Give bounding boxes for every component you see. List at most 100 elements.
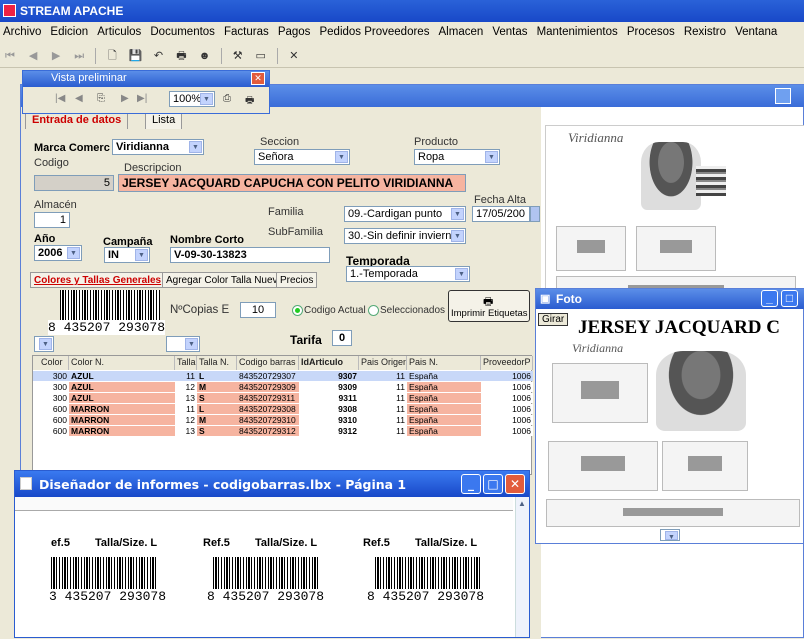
col-header-color[interactable]: Color [33,356,69,370]
menu-archivo[interactable]: Archivo [0,22,44,42]
grid-cell-talla[interactable]: 11 [175,371,197,381]
printer-icon[interactable]: 🖶 [245,93,254,110]
col-header-talla[interactable]: Talla [175,356,197,370]
prev-record-icon[interactable]: ◀ [25,49,41,65]
filter-select-1[interactable]: ▼ [34,336,54,352]
foto-select[interactable]: ▼ [660,529,680,541]
grid-cell-idarticulo[interactable]: 9311 [299,393,359,403]
grid-cell-color-n[interactable]: MARRON [69,426,175,436]
grid-cell-pais-n[interactable]: España [407,393,481,403]
col-header-pais-n[interactable]: Pais N. [407,356,481,370]
grid-cell-codigo-barras[interactable]: 843520729309 [237,382,299,392]
grid-cell-color[interactable]: 600 [33,415,69,425]
grid-cell-codigo-barras[interactable]: 843520729310 [237,415,299,425]
menu-ventana[interactable]: Ventana [732,22,780,42]
menu-pagos[interactable]: Pagos [275,22,314,42]
grid-cell-proveedor[interactable]: 1006 [481,371,533,381]
almacen-field[interactable]: 1 [34,212,70,228]
grid-cell-idarticulo[interactable]: 9307 [299,371,359,381]
menu-rexistro[interactable]: Rexistro [681,22,729,42]
grid-cell-pais-n[interactable]: España [407,371,481,381]
grid-cell-talla-n[interactable]: L [197,371,237,381]
filter-select-2[interactable]: ▼ [166,336,200,352]
radio-codigo-actual[interactable] [292,305,303,316]
prev-page-icon[interactable]: ◀ [75,93,83,104]
grid-cell-proveedor[interactable]: 1006 [481,426,533,436]
grid-cell-codigo-barras[interactable]: 843520729311 [237,393,299,403]
grid-cell-color[interactable]: 300 [33,393,69,403]
marca-select[interactable]: Viridianna ▼ [112,139,204,155]
grid-cell-talla-n[interactable]: M [197,382,237,392]
col-header-idarticulo[interactable]: IdArticulo [299,356,359,370]
menu-articulos[interactable]: Articulos [94,22,144,42]
grid-cell-talla[interactable]: 11 [175,404,197,414]
menu-ventas[interactable]: Ventas [489,22,530,42]
grid-cell-talla[interactable]: 13 [175,393,197,403]
grid-cell-color-n[interactable]: AZUL [69,382,175,392]
grid-cell-talla-n[interactable]: M [197,415,237,425]
grid-cell-talla-n[interactable]: L [197,404,237,414]
subfamilia-select[interactable]: 30.-Sin definir inviern ▼ [344,228,466,244]
grid-cell-pais-n[interactable]: España [407,382,481,392]
familia-select[interactable]: 09.-Cardigan punto ▼ [344,206,466,222]
print-icon[interactable]: 🖶 [174,47,190,63]
grid-cell-proveedor[interactable]: 1006 [481,393,533,403]
ano-select[interactable]: 2006 ▼ [34,245,82,261]
grid-cell-talla-n[interactable]: S [197,426,237,436]
grid-cell-talla-n[interactable]: S [197,393,237,403]
grid-cell-idarticulo[interactable]: 9309 [299,382,359,392]
minimize-button[interactable] [775,88,791,104]
grid-cell-proveedor[interactable]: 1006 [481,382,533,392]
col-header-pais-origen[interactable]: Pais Origen [359,356,407,370]
grid-cell-pais-origen[interactable]: 11 [359,404,407,414]
export-icon[interactable]: ⎙ [223,93,231,104]
col-header-codigo-barras[interactable]: Codigo barras [237,356,299,370]
grid-cell-codigo-barras[interactable]: 843520729312 [237,426,299,436]
fecha-alta-field[interactable]: 17/05/200 [472,206,530,222]
new-icon[interactable]: 🗋 [104,47,120,63]
copy-icon[interactable]: ⎘ [97,93,105,104]
window-icon[interactable]: ▭ [253,49,269,65]
zoom-select[interactable]: 100% ▼ [169,91,215,107]
first-page-icon[interactable]: |◀ [55,93,65,104]
foto-minimize-button[interactable]: _ [761,290,778,307]
grid-cell-pais-n[interactable]: España [407,404,481,414]
radio-seleccionados[interactable] [368,305,379,316]
subtab-precios[interactable]: Precios [276,272,318,288]
grid-cell-pais-origen[interactable]: 11 [359,426,407,436]
users-icon[interactable]: ☻ [197,50,213,66]
last-record-icon[interactable]: ⏭ [71,50,87,66]
next-page-icon[interactable]: ▶ [121,93,129,104]
tarifa-field[interactable]: 0 [332,330,352,346]
grid-cell-color-n[interactable]: MARRON [69,404,175,414]
save-icon[interactable]: 💾 [127,49,143,65]
descripcion-field[interactable]: JERSEY JACQUARD CAPUCHA CON PELITO VIRID… [118,174,466,192]
grid-cell-color[interactable]: 600 [33,426,69,436]
disenador-maximize-button[interactable]: □ [483,474,503,494]
grid-cell-pais-n[interactable]: España [407,415,481,425]
grid-cell-talla[interactable]: 13 [175,426,197,436]
disenador-close-button[interactable]: ✕ [505,474,525,494]
menu-mantenimientos[interactable]: Mantenimientos [534,22,621,42]
next-record-icon[interactable]: ▶ [48,49,64,65]
scroll-up-icon[interactable]: ▲ [518,499,526,508]
subtab-agregar-color[interactable]: Agregar Color Talla Nuevo [162,272,288,288]
menu-pedidos-proveedores[interactable]: Pedidos Proveedores [316,22,432,42]
last-page-icon[interactable]: ▶| [137,93,147,104]
first-record-icon[interactable]: ⏮ [2,50,18,66]
print-labels-button[interactable]: 🖶 Imprimir Etiquetas [448,290,530,322]
grid-cell-color-n[interactable]: AZUL [69,393,175,403]
grid-cell-color[interactable]: 600 [33,404,69,414]
date-spinner[interactable] [530,206,540,222]
grid-cell-idarticulo[interactable]: 9310 [299,415,359,425]
grid-cell-pais-origen[interactable]: 11 [359,415,407,425]
temporada-select[interactable]: 1.-Temporada ▼ [346,266,470,282]
grid-cell-codigo-barras[interactable]: 843520729308 [237,404,299,414]
producto-select[interactable]: Ropa ▼ [414,149,500,165]
grid-cell-idarticulo[interactable]: 9308 [299,404,359,414]
nombre-corto-field[interactable]: V-09-30-13823 [170,247,330,263]
disenador-minimize-button[interactable]: _ [461,474,481,494]
menu-procesos[interactable]: Procesos [624,22,678,42]
grid-cell-color-n[interactable]: MARRON [69,415,175,425]
col-header-talla-n[interactable]: Talla N. [197,356,237,370]
